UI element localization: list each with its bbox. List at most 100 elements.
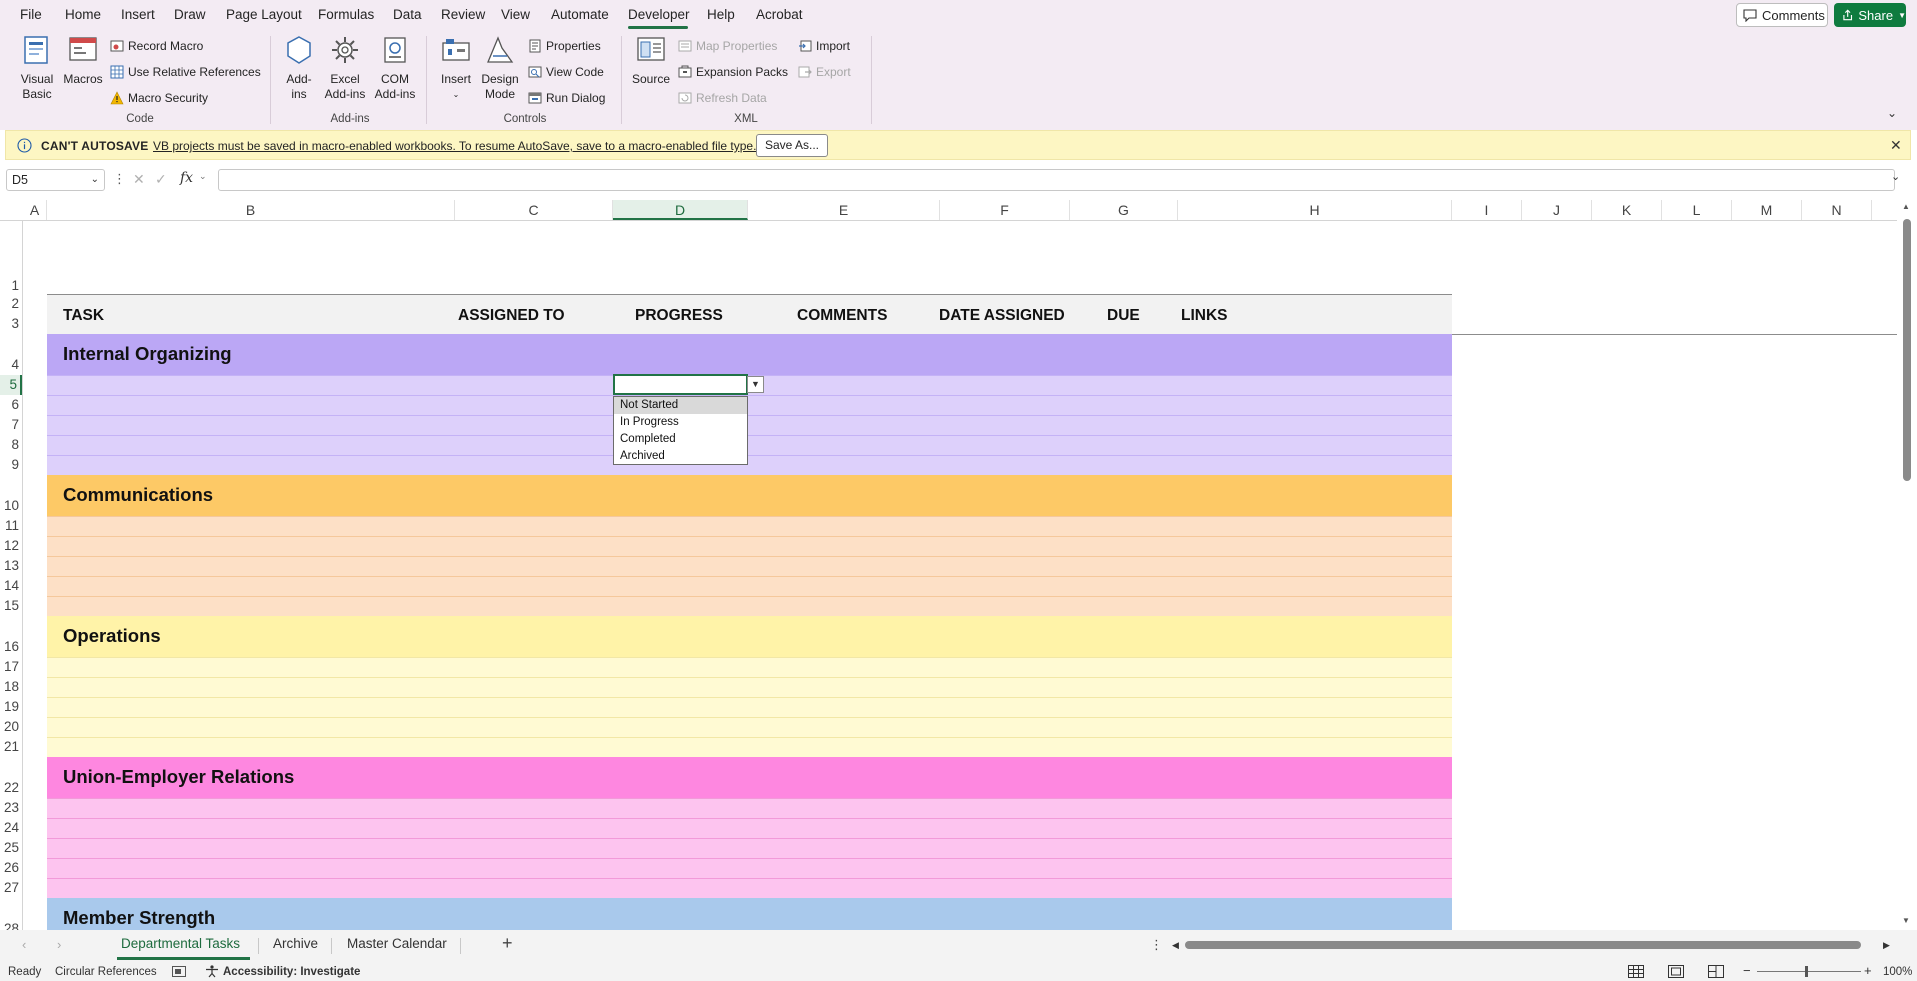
row-header-2[interactable]: 2: [0, 294, 22, 314]
horizontal-scroll-thumb[interactable]: [1185, 941, 1861, 949]
expand-formula-bar-icon[interactable]: ⌄: [1891, 170, 1900, 183]
menu-data[interactable]: Data: [393, 7, 422, 22]
row-header-15[interactable]: 15: [0, 596, 22, 616]
status-accessibility[interactable]: Accessibility: Investigate: [223, 966, 360, 978]
menu-insert[interactable]: Insert: [121, 7, 155, 22]
next-sheet-icon[interactable]: ›: [57, 937, 61, 952]
enter-check-icon[interactable]: ✓: [155, 171, 167, 188]
row-header-17[interactable]: 17: [0, 657, 22, 677]
row-header-27[interactable]: 27: [0, 878, 22, 898]
scroll-down-icon[interactable]: ▼: [1902, 916, 1910, 925]
row-header-13[interactable]: 13: [0, 556, 22, 576]
menu-view[interactable]: View: [501, 7, 530, 22]
menu-review[interactable]: Review: [441, 7, 485, 22]
menu-draw[interactable]: Draw: [174, 7, 206, 22]
row-header-16[interactable]: 16: [0, 616, 22, 657]
more-options-icon[interactable]: ⋮: [113, 171, 126, 187]
task-row[interactable]: [47, 395, 1452, 415]
row-header-20[interactable]: 20: [0, 717, 22, 737]
row-header-1[interactable]: 1: [0, 220, 22, 296]
column-header-j[interactable]: J: [1522, 200, 1592, 220]
task-row[interactable]: [47, 798, 1452, 818]
sheet-tab-archive[interactable]: Archive: [273, 936, 318, 951]
column-header-i[interactable]: I: [1452, 200, 1522, 220]
row-header-10[interactable]: 10: [0, 475, 22, 516]
row-header-18[interactable]: 18: [0, 677, 22, 697]
properties-button[interactable]: Properties: [528, 37, 601, 55]
progress-cell-d5[interactable]: [613, 374, 748, 395]
page-layout-view-icon[interactable]: [1668, 965, 1684, 978]
expansion-packs-button[interactable]: Expansion Packs: [678, 63, 788, 81]
design-mode-button[interactable]: Design Mode: [479, 30, 521, 102]
dropdown-option-archived[interactable]: Archived: [614, 448, 747, 465]
page-break-view-icon[interactable]: [1708, 965, 1724, 978]
scroll-left-icon[interactable]: ◀: [1172, 940, 1179, 951]
row-header-6[interactable]: 6: [0, 395, 22, 415]
view-code-button[interactable]: View Code: [528, 63, 604, 81]
menu-home[interactable]: Home: [65, 7, 101, 22]
task-row[interactable]: [47, 818, 1452, 838]
row-header-23[interactable]: 23: [0, 798, 22, 818]
row-header-19[interactable]: 19: [0, 697, 22, 717]
refresh-data-button[interactable]: Refresh Data: [678, 89, 767, 107]
menu-automate[interactable]: Automate: [551, 7, 609, 22]
row-header-14[interactable]: 14: [0, 576, 22, 596]
save-as-button[interactable]: Save As...: [756, 134, 828, 157]
insert-control-button[interactable]: Insert ⌄: [436, 30, 476, 102]
column-header-n[interactable]: N: [1802, 200, 1872, 220]
macro-security-button[interactable]: Macro Security: [110, 89, 208, 107]
add-ins-button[interactable]: Add- ins: [280, 30, 318, 102]
column-header-f[interactable]: F: [940, 200, 1070, 220]
more-options-icon[interactable]: ⋮: [1150, 937, 1163, 953]
map-properties-button[interactable]: Map Properties: [678, 37, 777, 55]
column-header-a[interactable]: A: [23, 200, 47, 220]
status-circular-references[interactable]: Circular References: [55, 966, 157, 978]
worksheet-grid[interactable]: A B C D E F G H I J K L M N TASK ASSIGNE…: [0, 200, 1917, 930]
task-row[interactable]: [47, 435, 1452, 455]
macros-button[interactable]: Macros: [62, 30, 104, 87]
use-relative-references-button[interactable]: Use Relative References: [110, 63, 261, 81]
previous-sheet-icon[interactable]: ‹: [22, 937, 26, 952]
task-row[interactable]: [47, 838, 1452, 858]
row-header-12[interactable]: 12: [0, 536, 22, 556]
scroll-up-icon[interactable]: ▲: [1902, 202, 1910, 211]
dropdown-arrow-icon[interactable]: ▼: [747, 376, 764, 393]
column-header-c[interactable]: C: [455, 200, 613, 220]
column-header-b[interactable]: B: [47, 200, 455, 220]
export-button[interactable]: Export: [798, 63, 851, 81]
scroll-right-icon[interactable]: ▶: [1883, 940, 1890, 951]
column-header-k[interactable]: K: [1592, 200, 1662, 220]
menu-developer[interactable]: Developer: [628, 7, 690, 22]
close-icon[interactable]: ✕: [1890, 137, 1902, 154]
task-row[interactable]: [47, 516, 1452, 536]
row-header-7[interactable]: 7: [0, 415, 22, 435]
row-header-8[interactable]: 8: [0, 435, 22, 455]
chevron-down-icon[interactable]: ⌄: [91, 170, 99, 190]
visual-basic-button[interactable]: Visual Basic: [16, 30, 58, 102]
row-header-3[interactable]: 3: [0, 314, 22, 334]
task-row[interactable]: [47, 858, 1452, 878]
comments-button[interactable]: Comments: [1736, 3, 1828, 27]
row-header-5[interactable]: 5: [0, 375, 22, 395]
com-add-ins-button[interactable]: COM Add-ins: [372, 30, 418, 102]
dropdown-option-completed[interactable]: Completed: [614, 431, 747, 448]
info-bar-message[interactable]: VB projects must be saved in macro-enabl…: [153, 139, 756, 153]
chevron-down-icon[interactable]: ⌄: [199, 171, 207, 182]
column-header-g[interactable]: G: [1070, 200, 1178, 220]
record-macro-button[interactable]: Record Macro: [110, 37, 203, 55]
menu-page-layout[interactable]: Page Layout: [226, 7, 302, 22]
task-row[interactable]: [47, 455, 1452, 475]
row-header-11[interactable]: 11: [0, 516, 22, 536]
normal-view-icon[interactable]: [1628, 965, 1644, 978]
share-button[interactable]: Share ▼: [1834, 3, 1906, 27]
menu-formulas[interactable]: Formulas: [318, 7, 374, 22]
run-dialog-button[interactable]: Run Dialog: [528, 89, 605, 107]
zoom-out-icon[interactable]: −: [1743, 963, 1751, 978]
formula-input[interactable]: [218, 169, 1895, 191]
zoom-level[interactable]: 100%: [1883, 966, 1912, 978]
macro-recording-icon[interactable]: [172, 966, 186, 977]
row-header-21[interactable]: 21: [0, 737, 22, 757]
row-header-28[interactable]: 28: [0, 898, 22, 930]
menu-acrobat[interactable]: Acrobat: [756, 7, 803, 22]
menu-help[interactable]: Help: [707, 7, 735, 22]
